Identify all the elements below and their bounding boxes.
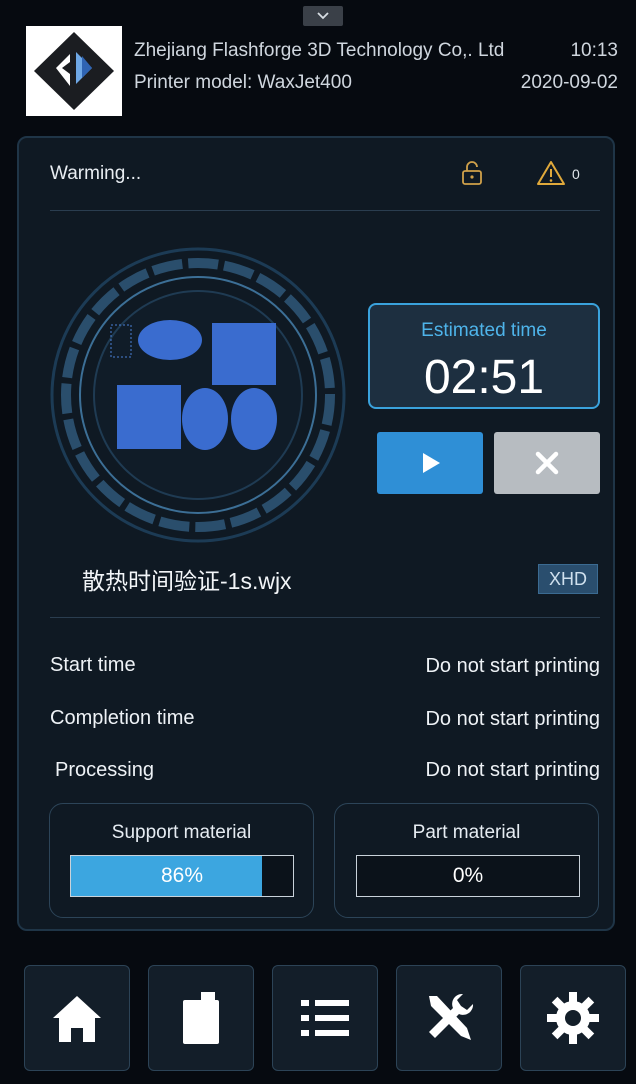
brand-logo [26,26,122,116]
print-preview [48,245,348,545]
clock-time: 10:13 [570,40,618,61]
cancel-print-button[interactable] [494,432,600,494]
home-icon [53,996,101,1042]
gear-icon [547,992,599,1044]
print-file-name: 散热时间验证-1s.wjx [82,568,292,594]
pull-down-tab[interactable] [303,6,343,26]
play-icon [423,453,440,473]
tools-icon [429,993,474,1040]
part-material-label: Part material [412,822,521,843]
nav-home-button[interactable] [24,965,130,1071]
company-name: Zhejiang Flashforge 3D Technology Co,. L… [134,40,505,61]
list-icon [301,1000,349,1036]
part-material-percent: 0% [452,864,484,887]
completion-time-label: Completion time [50,707,195,729]
warning-icon[interactable] [536,160,566,186]
nav-settings-button[interactable] [520,965,626,1071]
start-time-value: Do not start printing [425,655,600,677]
divider [50,210,600,211]
support-material-percent: 86% [160,864,204,887]
close-icon [535,451,559,475]
nav-list-button[interactable] [272,965,378,1071]
part-material-level: 0% [356,855,580,897]
nav-material-button[interactable] [148,965,254,1071]
support-material-level: 86% [70,855,294,897]
estimated-time-label: Estimated time [421,320,547,341]
warning-count: 0 [572,166,580,182]
estimated-time-value: 02:51 [423,351,545,404]
printer-status-text: Warming... [50,163,142,184]
support-material-label: Support material [111,822,252,843]
processing-value: Do not start printing [425,759,600,781]
divider [50,617,600,618]
clock-date: 2020-09-02 [520,72,618,93]
nav-tools-button[interactable] [396,965,502,1071]
start-time-label: Start time [50,654,136,676]
quality-badge: XHD [538,564,598,594]
start-print-button[interactable] [377,432,483,494]
printer-model: Printer model: WaxJet400 [134,72,352,93]
completion-time-value: Do not start printing [425,708,600,730]
material-bottle-icon [183,992,219,1044]
processing-label: Processing [55,759,154,781]
unlock-icon[interactable] [460,160,484,186]
chevron-down-icon [317,12,329,20]
